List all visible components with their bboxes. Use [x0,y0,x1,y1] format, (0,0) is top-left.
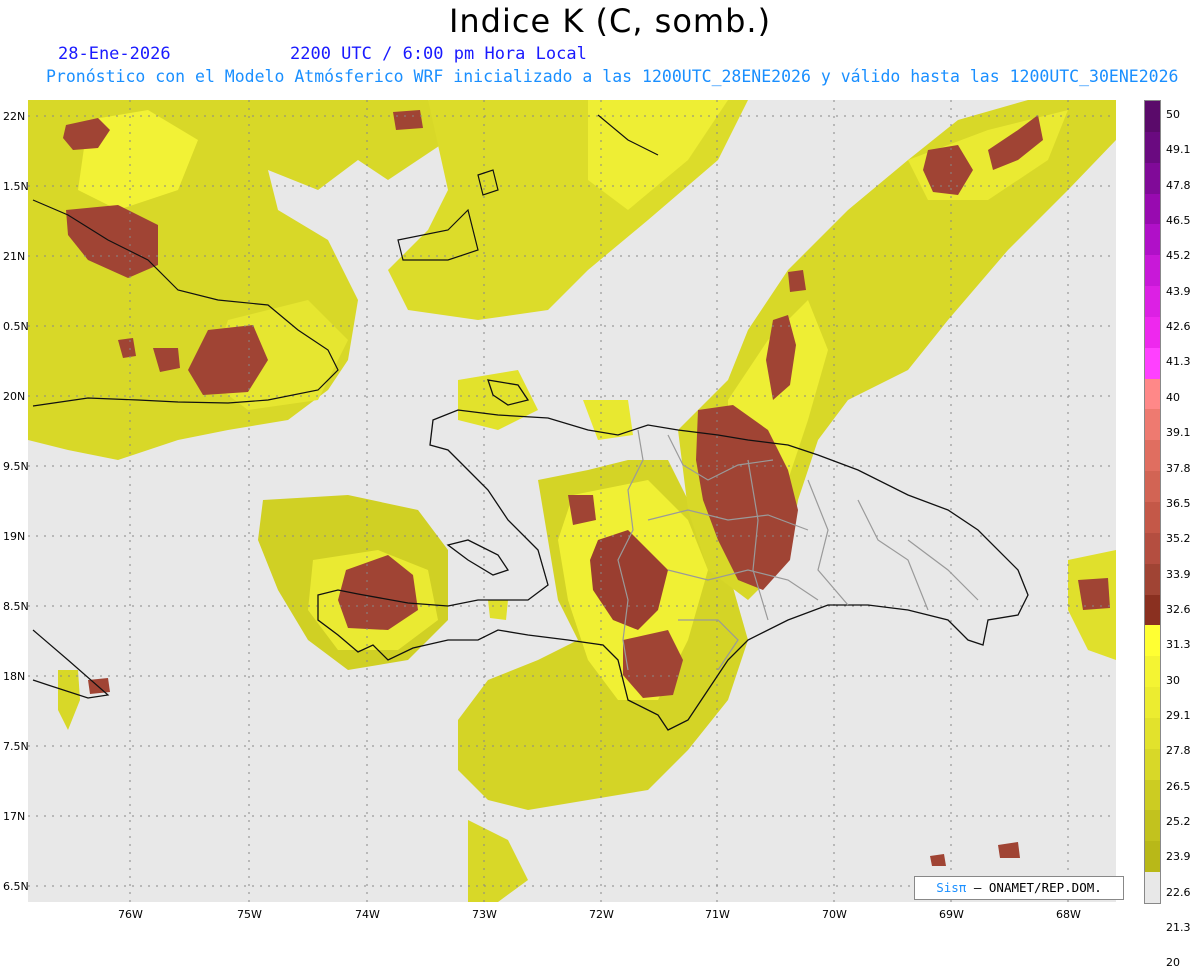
credit-box: Sisπ – ONAMET/REP.DOM. [914,876,1124,900]
legend-label: 26.5 [1166,779,1191,793]
legend-bin [1145,347,1160,380]
legend-bin [1145,532,1160,565]
legend-label: 40 [1166,390,1180,404]
legend-bin [1145,131,1160,164]
legend-label: 37.8 [1166,461,1191,475]
lat-label: 20N [3,390,26,403]
legend-bin [1145,286,1160,318]
legend-label: 47.8 [1166,178,1191,192]
legend-label: 35.2 [1166,532,1191,546]
legend-bin [1145,748,1160,781]
legend-bin [1145,841,1160,873]
legend-label: 45.2 [1166,249,1191,263]
legend-bin [1145,409,1160,441]
legend-bin [1145,779,1160,811]
legend-bin [1145,224,1160,256]
lat-label: 17N [3,810,26,823]
lon-label: 71W [705,908,730,921]
legend-bin [1145,162,1160,195]
lon-label: 72W [589,908,614,921]
legend-bin [1145,717,1160,750]
legend-label: 25.2 [1166,815,1191,828]
lat-label: 22N [3,110,26,123]
legend-label: 32.6 [1166,602,1191,616]
legend-label: 50 [1166,108,1180,121]
lon-label: 76W [118,908,143,921]
map-panel [28,100,1116,902]
color-legend [1144,100,1161,904]
legend-label: 31.3 [1166,638,1191,652]
lat-label: 6.5N [3,880,29,893]
legend-label: 30 [1166,673,1180,687]
legend-label: 21.3 [1166,921,1191,935]
lon-label: 68W [1056,908,1081,921]
legend-bin [1145,872,1160,904]
credit-brand: Sisπ [936,880,967,895]
legend-bin [1145,255,1160,287]
lon-label: 73W [472,908,497,921]
lat-label: 9.5N [3,460,29,473]
credit-text: – ONAMET/REP.DOM. [966,880,1102,895]
legend-bin [1145,810,1160,842]
k-index-field [28,100,1116,902]
legend-label: 46.5 [1166,214,1191,228]
legend-label: 20 [1166,956,1180,969]
legend-label: 27.8 [1166,744,1191,758]
legend-bin [1145,625,1160,657]
legend-bin [1145,316,1160,349]
legend-label: 29.1 [1166,708,1191,722]
legend-bin [1145,502,1160,534]
legend-bin [1145,193,1160,225]
legend-label: 22.6 [1166,885,1191,899]
legend-bin [1145,687,1160,719]
lon-label: 70W [822,908,847,921]
legend-bin [1145,101,1160,133]
lat-label: 8.5N [3,600,29,613]
lon-label: 69W [939,908,964,921]
model-description: Pronóstico con el Modelo Atmósferico WRF… [46,67,1179,86]
forecast-time: 2200 UTC / 6:00 pm Hora Local [290,44,587,64]
legend-bin [1145,594,1160,626]
legend-bin [1145,440,1160,472]
legend-label: 41.3 [1166,355,1191,369]
legend-label: 23.9 [1166,850,1191,864]
lat-label: 21N [3,250,26,263]
legend-label: 33.9 [1166,567,1191,581]
legend-bin [1145,378,1160,410]
lat-label: 18N [3,670,26,683]
lon-label: 75W [237,908,262,921]
map-title: Indice K (C, somb.) [448,2,772,40]
legend-bin [1145,563,1160,596]
lat-label: 0.5N [3,320,29,333]
forecast-date: 28-Ene-2026 [58,44,171,64]
legend-label: 36.5 [1166,496,1191,510]
legend-label: 43.9 [1166,284,1191,298]
lon-label: 74W [355,908,380,921]
legend-bin [1145,656,1160,688]
legend-label: 39.1 [1166,426,1191,440]
lat-label: 7.5N [3,740,29,753]
legend-label: 42.6 [1166,320,1191,334]
lat-label: 1.5N [3,180,29,193]
legend-label: 49.1 [1166,143,1191,157]
legend-bin [1145,471,1160,503]
lat-label: 19N [3,530,26,543]
